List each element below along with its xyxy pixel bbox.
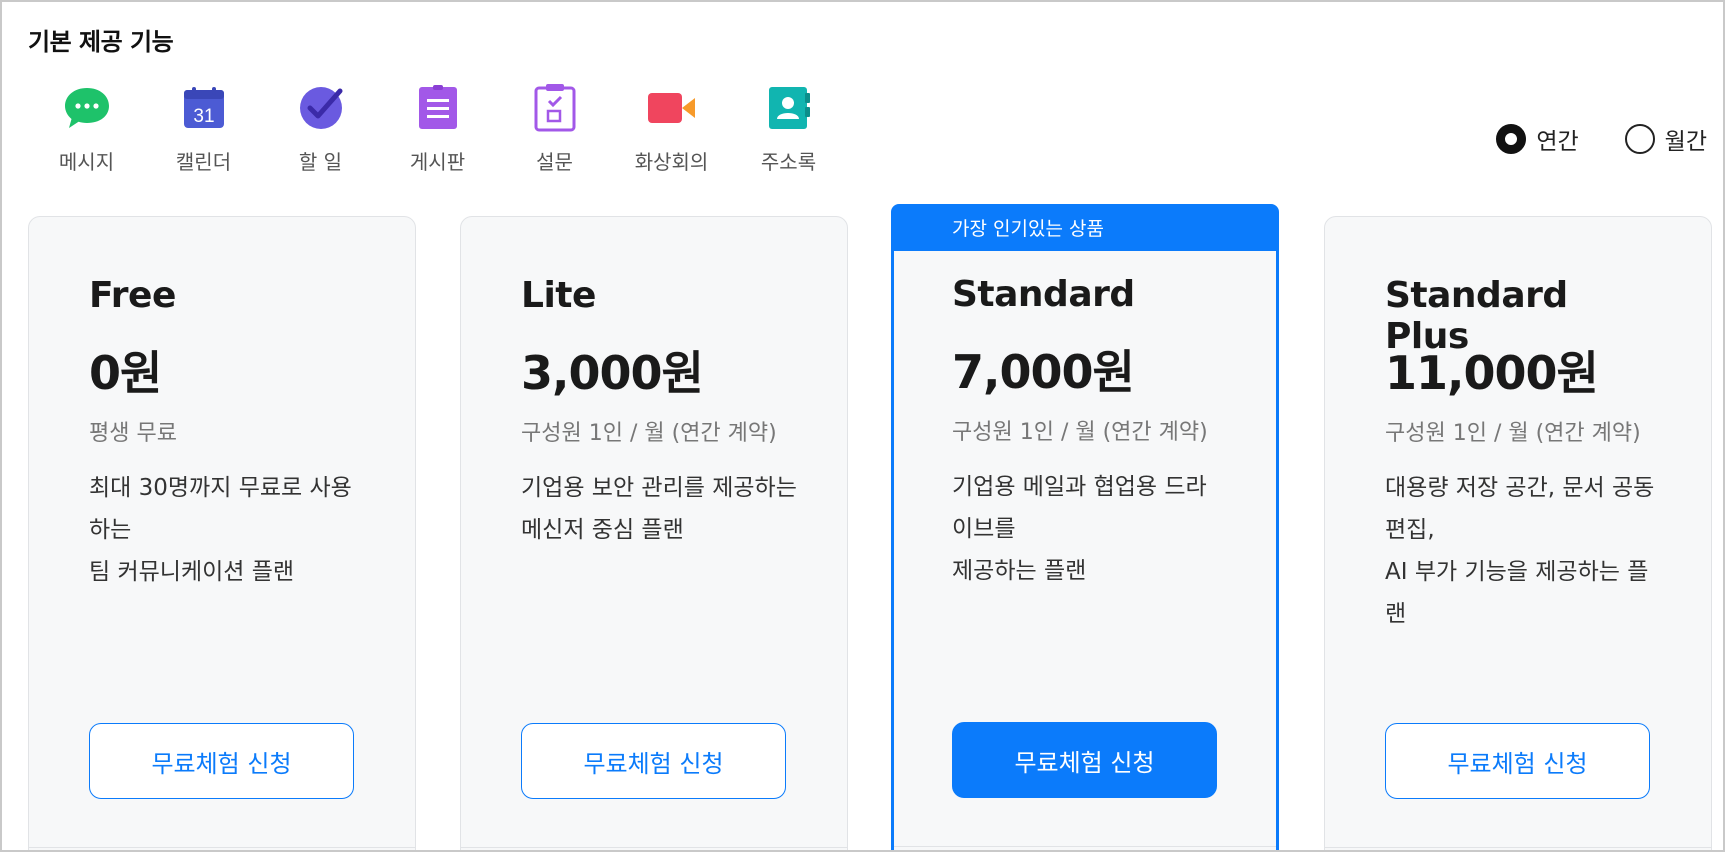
radio-label: 연간	[1536, 129, 1579, 155]
plan-description: 기업용 메일과 협업용 드라이브를 제공하는 플랜	[952, 474, 1207, 584]
feature-video-call: 화상회의	[613, 82, 730, 175]
message-icon	[61, 82, 113, 134]
plan-name: Standard	[952, 274, 1135, 315]
radio-label: 월간	[1664, 129, 1707, 155]
plan-card-lite: Lite 3,000원 구성원 1인 / 월 (연간 계약) 기업용 보안 관리…	[460, 216, 848, 850]
billing-option-annual[interactable]: 연간	[1496, 122, 1579, 156]
plan-price: 11,000원	[1385, 346, 1599, 400]
card-divider	[894, 846, 1276, 847]
radio-monthly[interactable]	[1624, 124, 1655, 154]
plan-period: 구성원 1인 / 월 (연간 계약)	[1385, 421, 1641, 446]
plan-price: 3,000원	[521, 346, 704, 400]
plan-name: Standard Plus	[1385, 275, 1568, 357]
billing-period-toggle: 연간 월간	[1450, 122, 1707, 156]
feature-message: 메시지	[28, 82, 145, 175]
card-divider	[1325, 847, 1711, 848]
free-trial-button[interactable]: 무료체험 신청	[1385, 723, 1650, 799]
feature-label: 설문	[536, 150, 573, 174]
feature-label: 화상회의	[634, 150, 709, 174]
feature-label: 캘린더	[175, 150, 232, 174]
calendar-icon: 31	[178, 82, 230, 134]
plan-period: 구성원 1인 / 월 (연간 계약)	[521, 421, 777, 446]
feature-label: 할 일	[298, 150, 343, 174]
feature-calendar: 31 캘린더	[145, 82, 262, 175]
plan-description: 최대 30명까지 무료로 사용하는 팀 커뮤니케이션 플랜	[89, 475, 352, 585]
plan-description: 기업용 보안 관리를 제공하는 메신저 중심 플랜	[521, 475, 797, 543]
todo-icon	[295, 82, 347, 134]
free-trial-button[interactable]: 무료체험 신청	[952, 722, 1217, 798]
radio-annual[interactable]	[1496, 124, 1527, 154]
card-divider	[461, 847, 847, 848]
feature-address-book: 주소록	[730, 82, 847, 175]
address-book-icon	[763, 82, 815, 134]
feature-list: 메시지 31 캘린더 할 일 게시판 설문 화상회의 주소록	[28, 82, 847, 175]
card-divider	[29, 847, 415, 848]
pricing-page: 기본 제공 기능 메시지 31 캘린더 할 일 게시판 설문 화상회의 주소록 …	[0, 0, 1725, 852]
plan-price: 0원	[89, 346, 162, 400]
plan-card-free: Free 0원 평생 무료 최대 30명까지 무료로 사용하는 팀 커뮤니케이션…	[28, 216, 416, 850]
plan-price: 7,000원	[952, 345, 1135, 399]
plan-card-standard-plus: Standard Plus 11,000원 구성원 1인 / 월 (연간 계약)…	[1324, 216, 1712, 850]
plan-name: Free	[89, 275, 176, 316]
free-trial-button[interactable]: 무료체험 신청	[521, 723, 786, 799]
feature-label: 주소록	[760, 150, 817, 174]
plan-name: Lite	[521, 275, 596, 316]
survey-icon	[529, 82, 581, 134]
billing-option-monthly[interactable]: 월간	[1624, 122, 1707, 156]
plan-card-standard: 가장 인기있는 상품 Standard 7,000원 구성원 1인 / 월 (연…	[891, 204, 1279, 850]
calendar-icon-text: 31	[193, 106, 214, 127]
plan-period: 구성원 1인 / 월 (연간 계약)	[952, 420, 1208, 445]
free-trial-button[interactable]: 무료체험 신청	[89, 723, 354, 799]
feature-todo: 할 일	[262, 82, 379, 175]
feature-survey: 설문	[496, 82, 613, 175]
popular-badge: 가장 인기있는 상품	[894, 207, 1276, 251]
feature-label: 메시지	[58, 150, 115, 174]
section-title: 기본 제공 기능	[28, 28, 174, 56]
feature-board: 게시판	[379, 82, 496, 175]
feature-label: 게시판	[409, 150, 466, 174]
board-icon	[412, 82, 464, 134]
plan-period: 평생 무료	[89, 421, 177, 446]
plan-description: 대용량 저장 공간, 문서 공동 편집, AI 부가 기능을 제공하는 플랜	[1385, 475, 1655, 627]
video-call-icon	[646, 82, 698, 134]
